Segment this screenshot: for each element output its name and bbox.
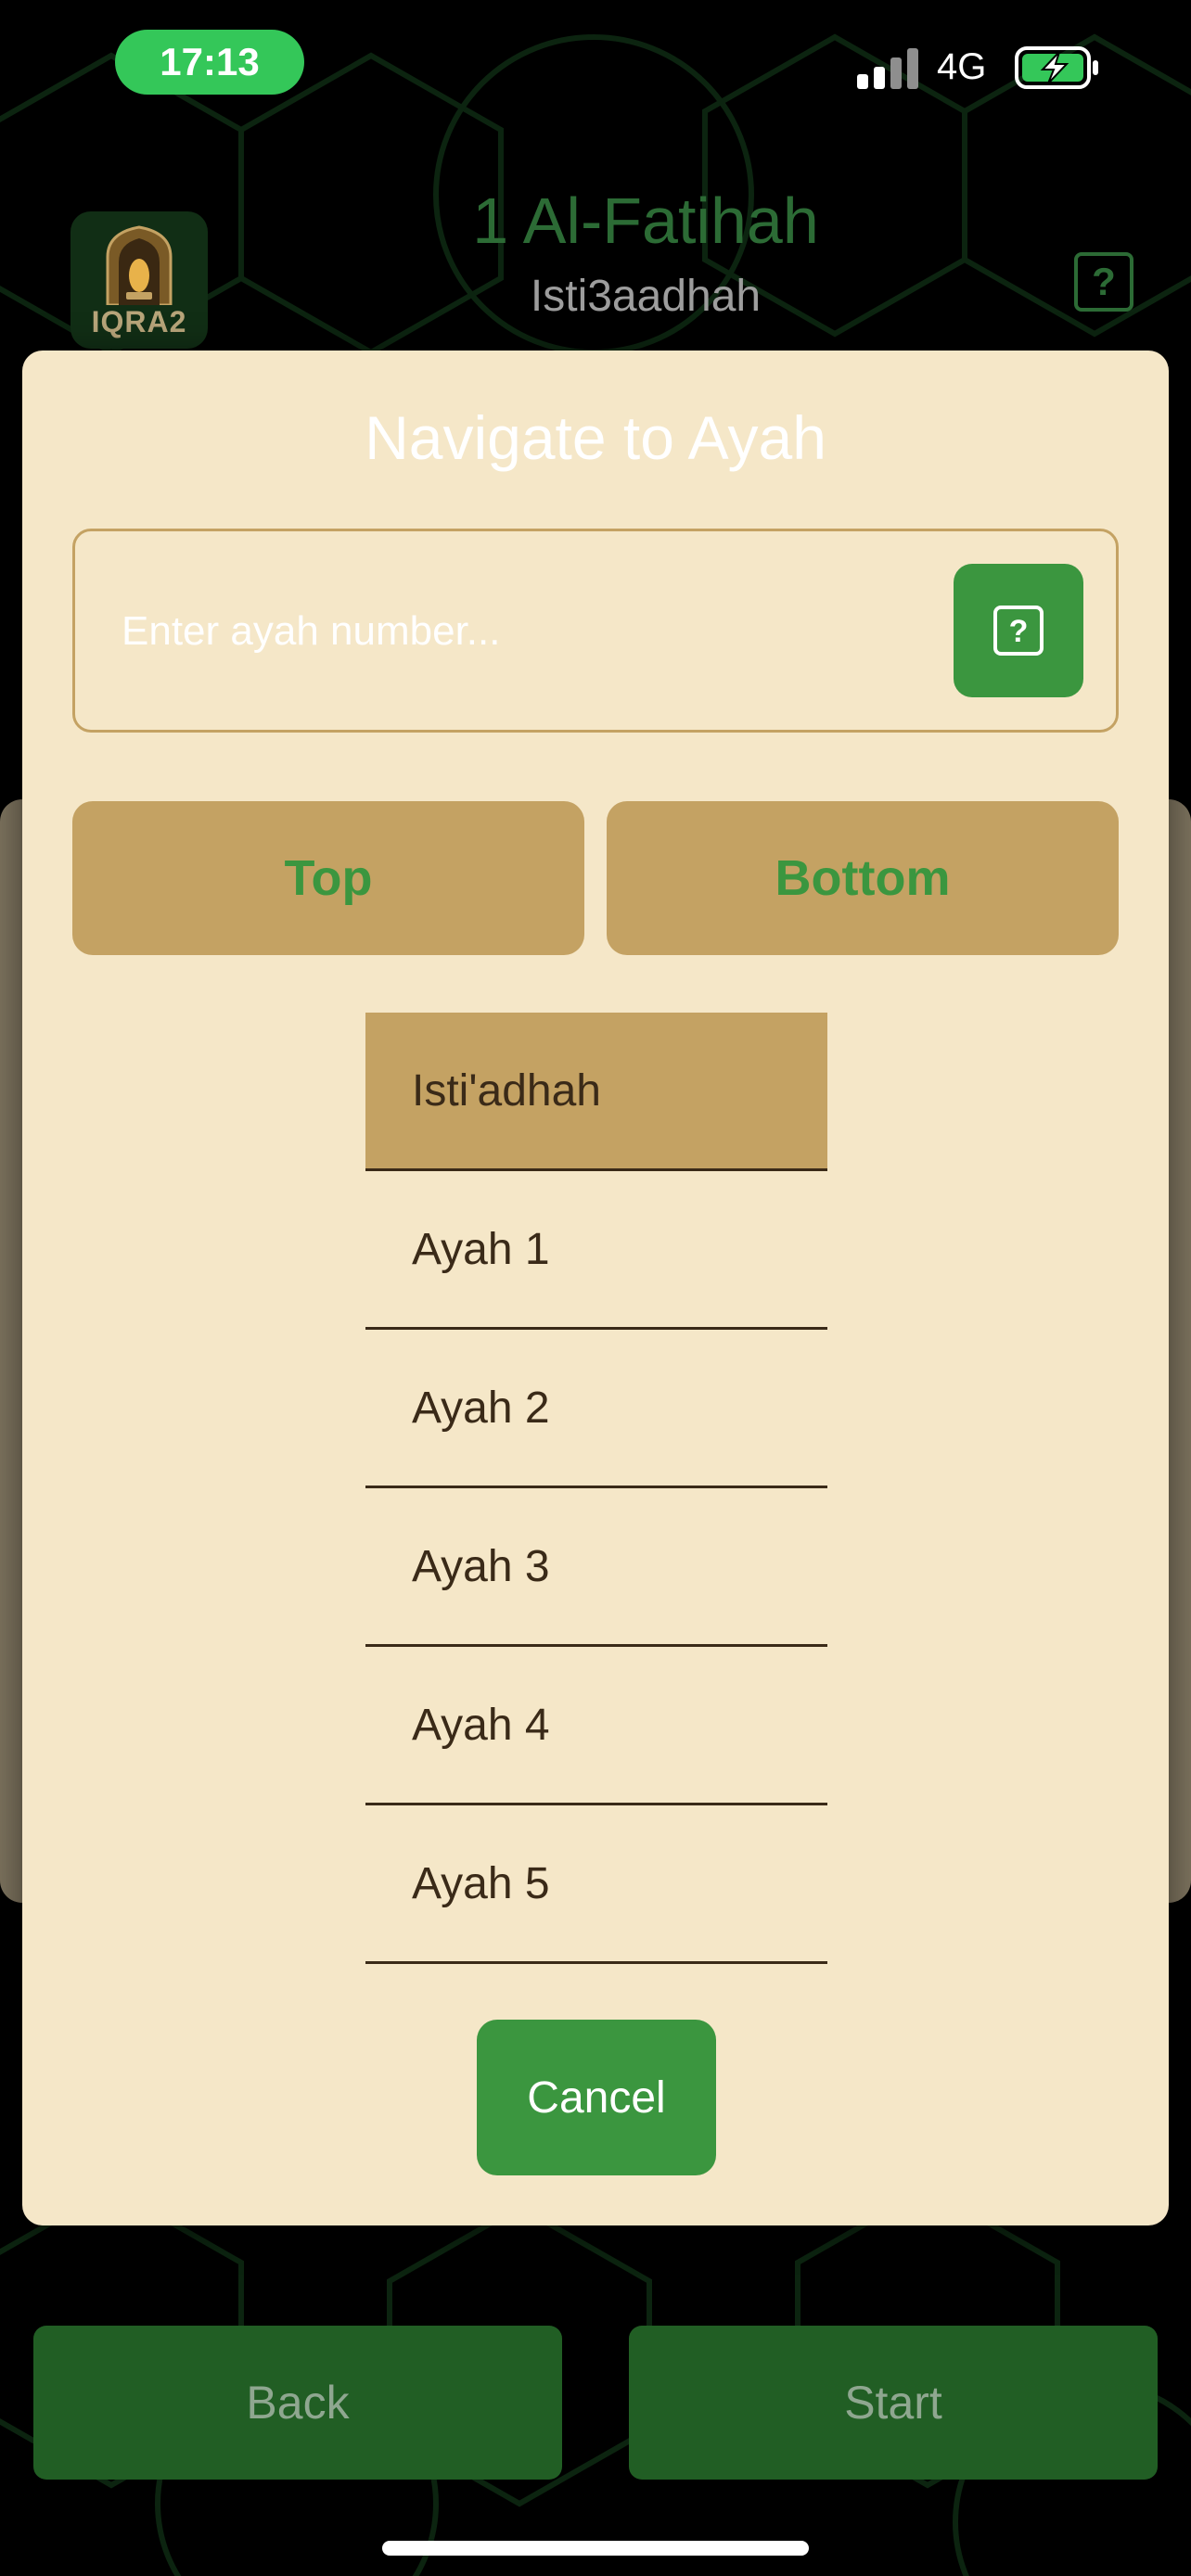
cancel-button[interactable]: Cancel <box>477 2020 716 2175</box>
home-indicator[interactable] <box>382 2541 809 2556</box>
ayah-picker-list: Isti'adhah Ayah 1 Ayah 2 Ayah 3 Ayah 4 A… <box>365 1013 827 1964</box>
start-button[interactable]: Start <box>629 2326 1158 2480</box>
back-button[interactable]: Back <box>33 2326 562 2480</box>
ayah-list-item[interactable]: Ayah 5 <box>365 1805 827 1964</box>
jump-top-button[interactable]: Top <box>72 801 584 955</box>
svg-text:?: ? <box>1009 614 1029 649</box>
jump-bottom-button[interactable]: Bottom <box>607 801 1119 955</box>
navigate-to-ayah-modal: Navigate to Ayah ? Top Bottom Isti'adhah… <box>22 351 1169 2225</box>
surah-title: 1 Al-Fatihah <box>472 185 819 257</box>
help-button[interactable]: ? <box>1074 252 1133 312</box>
ayah-number-input[interactable] <box>122 594 938 669</box>
go-to-ayah-button[interactable]: ? <box>954 564 1083 697</box>
modal-title: Navigate to Ayah <box>365 403 826 472</box>
battery-charging-icon <box>1015 46 1098 89</box>
signal-bars-icon <box>857 48 918 89</box>
ayah-list-item[interactable]: Ayah 4 <box>365 1647 827 1805</box>
ayah-list-item[interactable]: Ayah 2 <box>365 1330 827 1488</box>
network-type: 4G <box>937 46 987 87</box>
ayah-list-item[interactable]: Ayah 3 <box>365 1488 827 1647</box>
question-mark-icon: ? <box>993 606 1044 656</box>
ayah-list-item[interactable]: Isti'adhah <box>365 1013 827 1171</box>
status-time: 17:13 <box>115 30 304 95</box>
surah-subtitle: Isti3aadhah <box>530 272 762 321</box>
question-mark-icon: ? <box>1092 260 1116 303</box>
ayah-list-item[interactable]: Ayah 1 <box>365 1171 827 1330</box>
